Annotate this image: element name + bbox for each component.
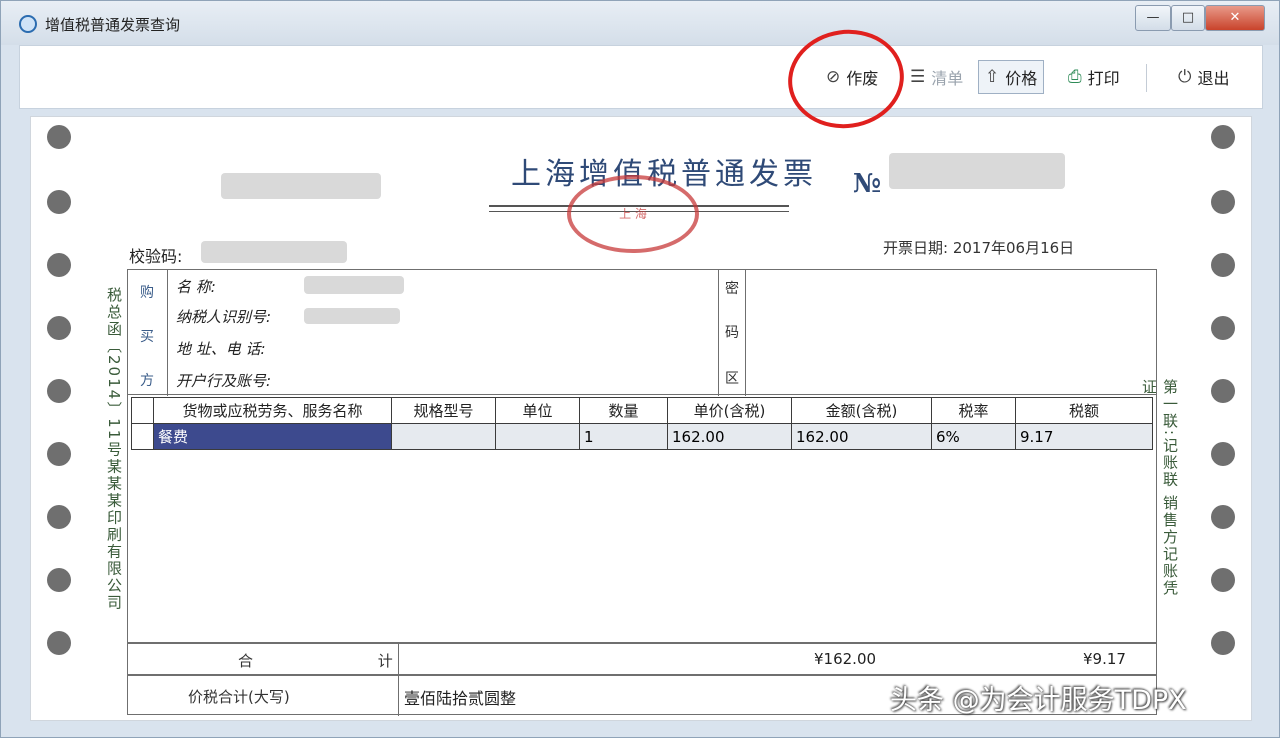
perforation-hole xyxy=(1211,505,1235,529)
price-tag-icon: ⇧ xyxy=(985,67,1000,87)
invoice-seal: 上 海 xyxy=(567,175,699,253)
buyer-address-label: 地 址、电 话: xyxy=(176,340,266,358)
row-indicator-header xyxy=(131,397,154,424)
toolbar-divider xyxy=(1146,64,1147,92)
column-header: 税率 xyxy=(931,397,1016,424)
app-icon xyxy=(19,15,37,33)
goods-name-cell[interactable]: 餐费 xyxy=(153,423,392,450)
toolbar: ⊘ 作废 ☰ 清单 ⇧ 价格 ⎙ 打印 ⏻ 退出 xyxy=(19,45,1263,109)
buyer-caption-char: 买 xyxy=(140,329,154,345)
column-header: 规格型号 xyxy=(391,397,496,424)
column-divider xyxy=(398,644,399,676)
perforation-hole xyxy=(1211,379,1235,403)
tax-inclusive-total-label: 价税合计(大写) xyxy=(188,688,290,706)
cipher-caption-char: 密 xyxy=(725,281,739,297)
redacted-code xyxy=(221,173,381,199)
print-label: 打印 xyxy=(1087,69,1120,88)
clear-list-button[interactable]: ☰ 清单 xyxy=(904,60,969,94)
issue-date: 开票日期: 2017年06月16日 xyxy=(883,239,1075,257)
buyer-caption: 购 买 方 xyxy=(128,270,168,396)
cipher-caption-char: 区 xyxy=(725,371,739,387)
column-header: 数量 xyxy=(579,397,668,424)
redacted-invoice-number xyxy=(889,153,1065,189)
total-row: 合 计 ¥162.00 ¥9.17 xyxy=(127,643,1157,676)
invoice-paper: 上海增值税普通发票 上 海 № 校验码: 开票日期: 2017年06月16日 税… xyxy=(30,116,1252,721)
perforation-hole xyxy=(47,379,71,403)
print-button[interactable]: ⎙ 打印 xyxy=(1062,60,1126,94)
printer-approval-text: 税总函〔2014〕11号某某某印刷有限公司 xyxy=(105,287,123,612)
clear-list-label: 清单 xyxy=(931,69,964,88)
minimize-button[interactable]: — xyxy=(1135,5,1171,31)
buyer-caption-char: 购 xyxy=(140,285,154,301)
list-icon: ☰ xyxy=(910,67,926,87)
perforation-hole xyxy=(1211,190,1235,214)
perforation-hole xyxy=(47,125,71,149)
tax-rate-cell[interactable]: 6% xyxy=(931,423,1016,450)
quantity-cell[interactable]: 1 xyxy=(579,423,668,450)
perforation-hole xyxy=(1211,125,1235,149)
perforation-hole xyxy=(47,190,71,214)
buyer-bank-label: 开户行及账号: xyxy=(176,372,272,390)
price-label: 价格 xyxy=(1005,69,1038,88)
cipher-caption-char: 码 xyxy=(725,325,739,341)
perforation-hole xyxy=(47,442,71,466)
copy-designation-text: 第一联:记账联 销售方记账凭证 xyxy=(1140,379,1179,597)
exit-button[interactable]: ⏻ 退出 xyxy=(1172,60,1235,94)
goods-table: 货物或应税劳务、服务名称 规格型号 单位 数量 单价(含税) 金额(含税) 税率… xyxy=(131,397,1153,450)
perforation-hole xyxy=(47,316,71,340)
tax-amount-cell[interactable]: 9.17 xyxy=(1015,423,1153,450)
redacted-check-code xyxy=(201,241,347,263)
buyer-name-label: 名 称: xyxy=(176,278,216,296)
maximize-button[interactable]: □ xyxy=(1171,5,1205,31)
cipher-area-caption: 密 码 区 xyxy=(718,270,746,396)
close-button[interactable]: ✕ xyxy=(1205,5,1265,31)
buyer-tax-id-label: 纳税人识别号: xyxy=(176,308,272,326)
perforation-hole xyxy=(47,505,71,529)
tax-inclusive-total-value: 壹佰陆拾贰圆整 xyxy=(404,689,517,708)
goods-header-row: 货物或应税劳务、服务名称 规格型号 单位 数量 单价(含税) 金额(含税) 税率… xyxy=(131,397,1153,424)
price-button[interactable]: ⇧ 价格 xyxy=(978,60,1045,94)
column-divider xyxy=(398,676,399,716)
perforation-hole xyxy=(1211,253,1235,277)
redacted-buyer-tax-id xyxy=(304,308,400,324)
table-row[interactable]: 餐费 1 162.00 162.00 6% 9.17 xyxy=(131,423,1153,450)
window-title: 增值税普通发票查询 xyxy=(45,16,181,34)
watermark-text: 头条 @为会计服务TDPX xyxy=(890,685,1187,716)
buyer-caption-char: 方 xyxy=(140,373,154,389)
perforation-hole xyxy=(47,568,71,592)
amount-cell[interactable]: 162.00 xyxy=(791,423,932,450)
total-label: 合 计 xyxy=(238,652,453,670)
title-bar: 增值税普通发票查询 — □ ✕ xyxy=(1,1,1279,45)
check-code-label: 校验码: xyxy=(129,247,183,266)
unit-price-cell[interactable]: 162.00 xyxy=(667,423,792,450)
column-header: 金额(含税) xyxy=(791,397,932,424)
row-indicator xyxy=(131,423,154,450)
exit-label: 退出 xyxy=(1197,69,1230,88)
perforation-hole xyxy=(47,253,71,277)
perforation-hole xyxy=(1211,442,1235,466)
spec-cell[interactable] xyxy=(391,423,496,450)
seal-text: 上 海 xyxy=(619,207,647,221)
invoice-number-label: № xyxy=(853,169,882,199)
total-amount: ¥162.00 xyxy=(814,650,877,668)
printer-icon: ⎙ xyxy=(1068,67,1082,87)
perforation-hole xyxy=(1211,631,1235,655)
column-header: 单价(含税) xyxy=(667,397,792,424)
total-tax: ¥9.17 xyxy=(1083,650,1126,668)
unit-cell[interactable] xyxy=(495,423,580,450)
perforation-hole xyxy=(47,631,71,655)
power-icon: ⏻ xyxy=(1178,67,1192,87)
column-header: 税额 xyxy=(1015,397,1153,424)
buyer-section: 购 买 方 名 称: 纳税人识别号: 地 址、电 话: 开户行及账号: 密 码 … xyxy=(127,269,1157,396)
perforation-hole xyxy=(1211,316,1235,340)
perforation-hole xyxy=(1211,568,1235,592)
redacted-buyer-name xyxy=(304,276,404,294)
column-header: 货物或应税劳务、服务名称 xyxy=(153,397,392,424)
column-header: 单位 xyxy=(495,397,580,424)
